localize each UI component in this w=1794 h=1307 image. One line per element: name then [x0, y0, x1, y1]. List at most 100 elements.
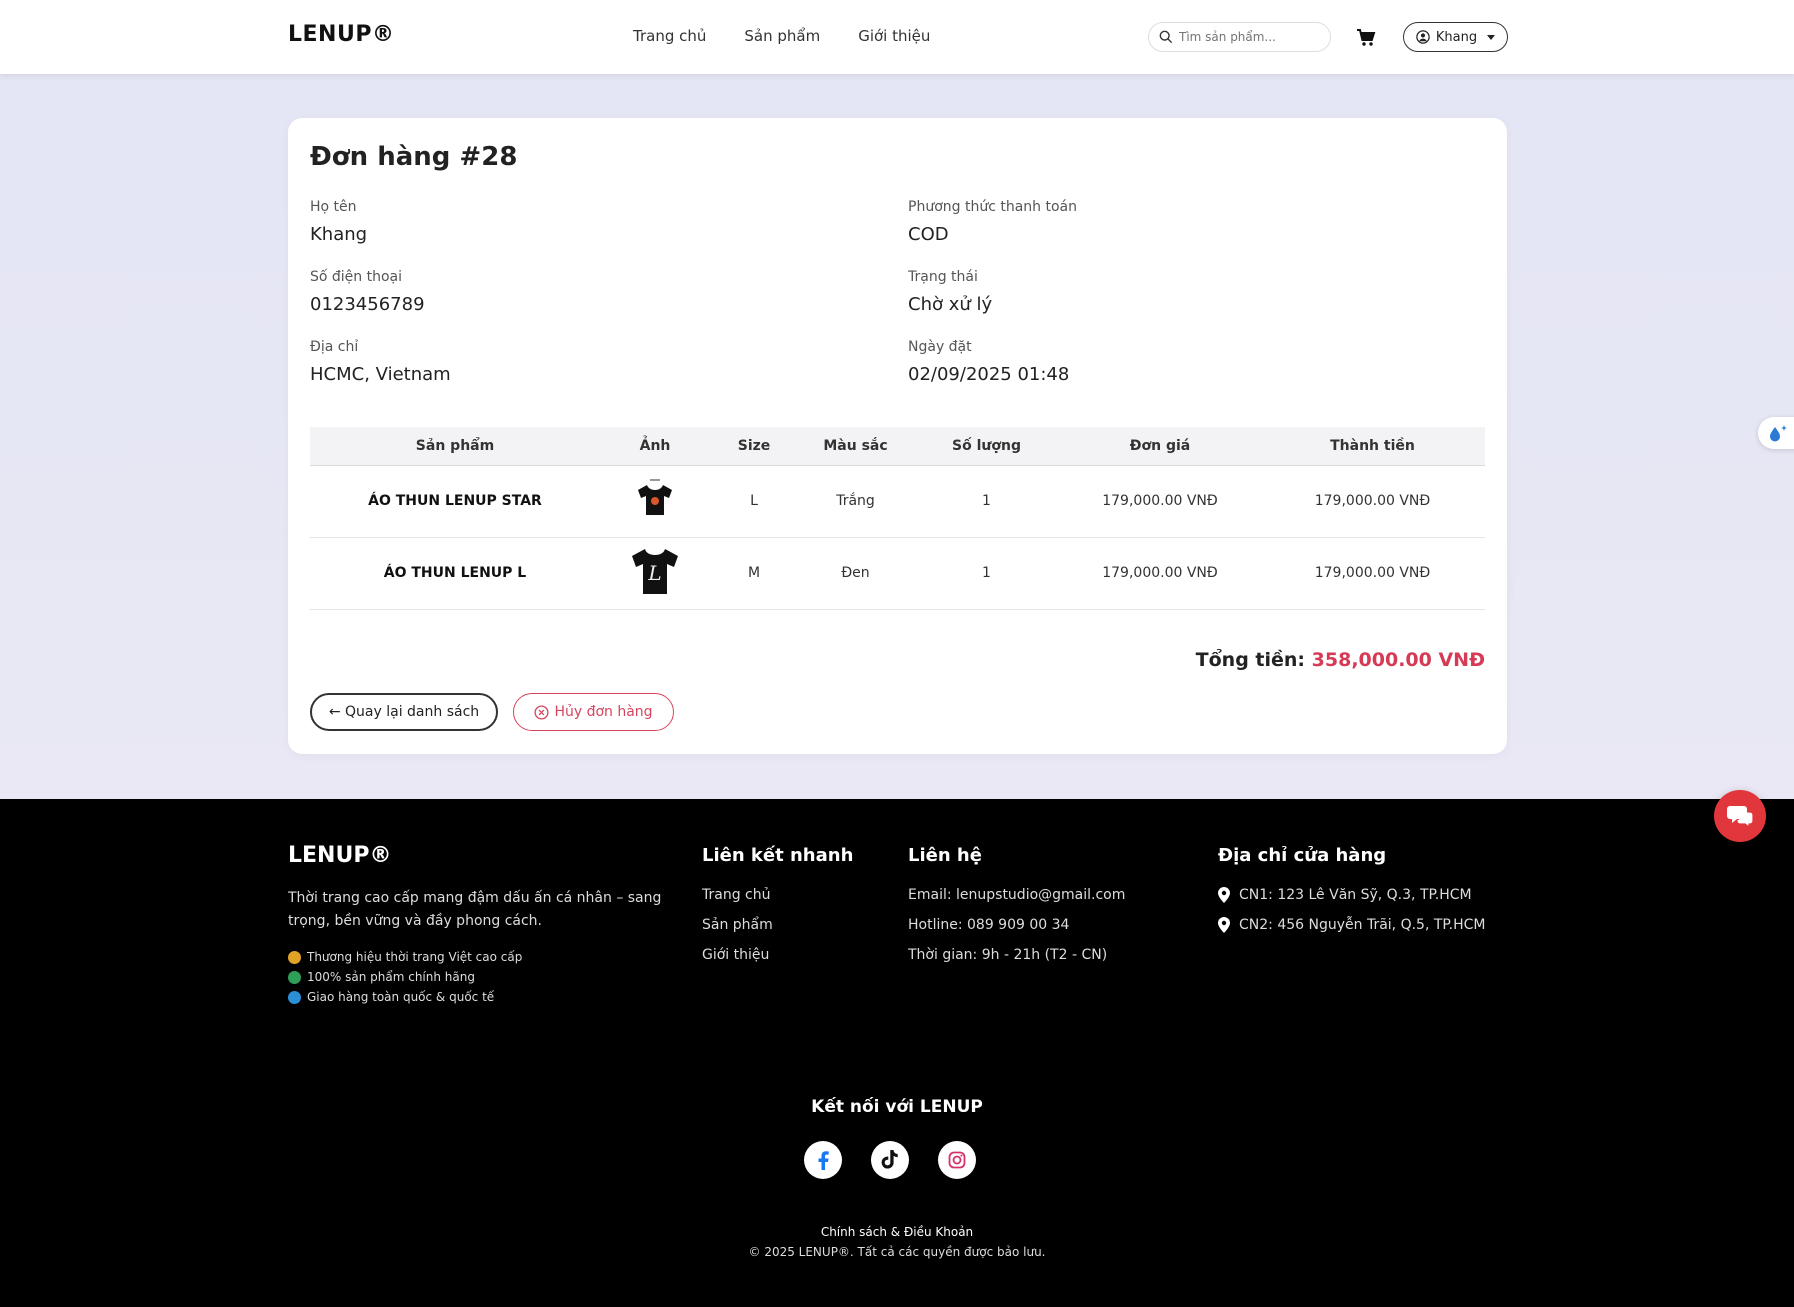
product-image-cell: [600, 465, 710, 538]
phone-field: Số điện thoại 0123456789: [310, 269, 425, 315]
footer-brand: LENUP®: [288, 843, 392, 868]
tiktok-icon[interactable]: [871, 1141, 909, 1179]
address-value: HCMC, Vietnam: [310, 364, 451, 385]
date-value: 02/09/2025 01:48: [908, 364, 1070, 385]
check-icon: [288, 970, 301, 984]
total-amount: 358,000.00 VNĐ: [1311, 649, 1485, 671]
contact-hours: Thời gian: 9h - 21h (T2 - CN): [908, 947, 1108, 963]
copyright: © 2025 LENUP®. Tất cả các quyền được bảo…: [748, 1245, 1046, 1259]
nav-products[interactable]: Sản phẩm: [744, 27, 820, 45]
search-icon: [1159, 30, 1173, 44]
store-address-label: CN2: 456 Nguyễn Trãi, Q.5, TP.HCM: [1239, 917, 1486, 933]
connect-title: Kết nối với LENUP: [811, 1097, 983, 1117]
contact-hotline[interactable]: Hotline: 089 909 00 34: [908, 910, 1125, 940]
footer-perks: Thương hiệu thời trang Việt cao cấp 100%…: [288, 947, 522, 1007]
globe-icon: [288, 990, 301, 1004]
store-address-label: CN1: 123 Lê Văn Sỹ, Q.3, TP.HCM: [1239, 887, 1472, 903]
payment-field: Phương thức thanh toán COD: [908, 199, 1077, 245]
perk-item: 100% sản phẩm chính hãng: [288, 967, 522, 987]
product-subtotal: 179,000.00 VNĐ: [1260, 465, 1485, 538]
user-dropdown-button[interactable]: Khang: [1403, 22, 1508, 52]
name-label: Họ tên: [310, 199, 357, 215]
perk-item: Giao hàng toàn quốc & quốc tế: [288, 987, 522, 1007]
col-color: Màu sắc: [798, 427, 913, 466]
payment-label: Phương thức thanh toán: [908, 199, 1077, 215]
circle-x-icon: [534, 704, 549, 720]
col-size: Size: [710, 427, 798, 466]
order-items-table: Sản phẩm Ảnh Size Màu sắc Số lượng Đơn g…: [310, 427, 1485, 610]
perk-item: Thương hiệu thời trang Việt cao cấp: [288, 947, 522, 967]
footer-link-home[interactable]: Trang chủ: [702, 880, 853, 910]
product-qty: 1: [913, 537, 1060, 610]
instagram-icon[interactable]: [938, 1141, 976, 1179]
col-unit-price: Đơn giá: [1060, 427, 1260, 466]
footer-link-products[interactable]: Sản phẩm: [702, 910, 853, 940]
product-name: ÁO THUN LENUP STAR: [310, 465, 600, 538]
page-title: Đơn hàng #28: [310, 142, 518, 172]
product-subtotal: 179,000.00 VNĐ: [1260, 537, 1485, 610]
chevron-down-icon: [1487, 34, 1496, 40]
side-tool-widget[interactable]: [1758, 417, 1794, 449]
status-value: Chờ xử lý: [908, 294, 993, 315]
cart-icon[interactable]: [1356, 28, 1376, 51]
footer-description: Thời trang cao cấp mang đậm dấu ấn cá nh…: [288, 890, 662, 929]
cancel-order-button[interactable]: Hủy đơn hàng: [513, 693, 674, 731]
site-footer: LENUP® Thời trang cao cấp mang đậm dấu ấ…: [0, 799, 1794, 1307]
perk-label: 100% sản phẩm chính hãng: [307, 970, 475, 984]
product-unit-price: 179,000.00 VNĐ: [1060, 537, 1260, 610]
product-color: Đen: [798, 537, 913, 610]
contact-email[interactable]: Email: lenupstudio@gmail.com: [908, 880, 1125, 910]
col-qty: Số lượng: [913, 427, 1060, 466]
total-label: Tổng tiền:: [1195, 649, 1306, 671]
phone-value: 0123456789: [310, 294, 425, 315]
map-pin-icon: [1218, 887, 1230, 903]
perk-label: Giao hàng toàn quốc & quốc tế: [307, 990, 495, 1004]
col-product: Sản phẩm: [310, 427, 600, 466]
contact-column: Liên hệ Email: lenupstudio@gmail.com Hot…: [908, 845, 1125, 970]
product-image-cell: L: [600, 537, 710, 610]
address-field: Địa chỉ HCMC, Vietnam: [310, 339, 451, 385]
contact-title: Liên hệ: [908, 845, 982, 866]
stores-column: Địa chỉ cửa hàng CN1: 123 Lê Văn Sỹ, Q.3…: [1218, 845, 1486, 940]
col-image: Ảnh: [600, 427, 710, 466]
nav-home[interactable]: Trang chủ: [633, 27, 706, 45]
address-label: Địa chỉ: [310, 339, 359, 355]
search-box: [1148, 22, 1331, 52]
sun-icon: [288, 950, 301, 964]
cancel-order-label: Hủy đơn hàng: [554, 704, 653, 720]
phone-label: Số điện thoại: [310, 269, 403, 285]
quick-links-column: Liên kết nhanh Trang chủ Sản phẩm Giới t…: [702, 845, 853, 970]
nav-about[interactable]: Giới thiệu: [858, 27, 930, 45]
order-card: Đơn hàng #28 Họ tên Khang Số điện thoại …: [288, 118, 1507, 754]
chat-bubble-button[interactable]: [1714, 790, 1766, 842]
top-navbar: LENUP® Trang chủ Sản phẩm Giới thiệu Kha…: [0, 0, 1794, 74]
payment-value: COD: [908, 224, 949, 245]
order-total: Tổng tiền: 358,000.00 VNĐ: [1196, 649, 1485, 671]
facebook-icon[interactable]: [804, 1141, 842, 1179]
brand-logo[interactable]: LENUP®: [288, 22, 394, 47]
stores-title: Địa chỉ cửa hàng: [1218, 845, 1387, 866]
user-name: Khang: [1435, 29, 1478, 45]
store-address: CN2: 456 Nguyễn Trãi, Q.5, TP.HCM: [1218, 910, 1486, 940]
map-pin-icon: [1218, 917, 1230, 933]
perk-label: Thương hiệu thời trang Việt cao cấp: [307, 950, 523, 964]
store-address: CN1: 123 Lê Văn Sỹ, Q.3, TP.HCM: [1218, 880, 1486, 910]
name-field: Họ tên Khang: [310, 199, 367, 245]
product-size: M: [710, 537, 798, 610]
back-to-list-button[interactable]: ← Quay lại danh sách: [310, 693, 498, 731]
tshirt-image: [638, 479, 672, 515]
footer-link-about[interactable]: Giới thiệu: [702, 940, 853, 970]
policy-link[interactable]: Chính sách & Điều Khoản: [0, 1225, 1794, 1239]
product-unit-price: 179,000.00 VNĐ: [1060, 465, 1260, 538]
table-row: ÁO THUN LENUP L L M Đen 1 179,000.00 VNĐ…: [310, 537, 1485, 610]
main-area: Đơn hàng #28 Họ tên Khang Số điện thoại …: [0, 74, 1794, 799]
status-field: Trạng thái Chờ xử lý: [908, 269, 992, 315]
search-input[interactable]: [1179, 30, 1319, 44]
table-row: ÁO THUN LENUP STAR L Trắng 1 179,000.00 …: [310, 465, 1485, 538]
col-subtotal: Thành tiền: [1260, 427, 1485, 466]
product-qty: 1: [913, 465, 1060, 538]
chat-icon: [1727, 806, 1754, 829]
product-name: ÁO THUN LENUP L: [310, 537, 600, 610]
social-links: [804, 1141, 976, 1179]
user-circle-icon: [1416, 30, 1430, 44]
